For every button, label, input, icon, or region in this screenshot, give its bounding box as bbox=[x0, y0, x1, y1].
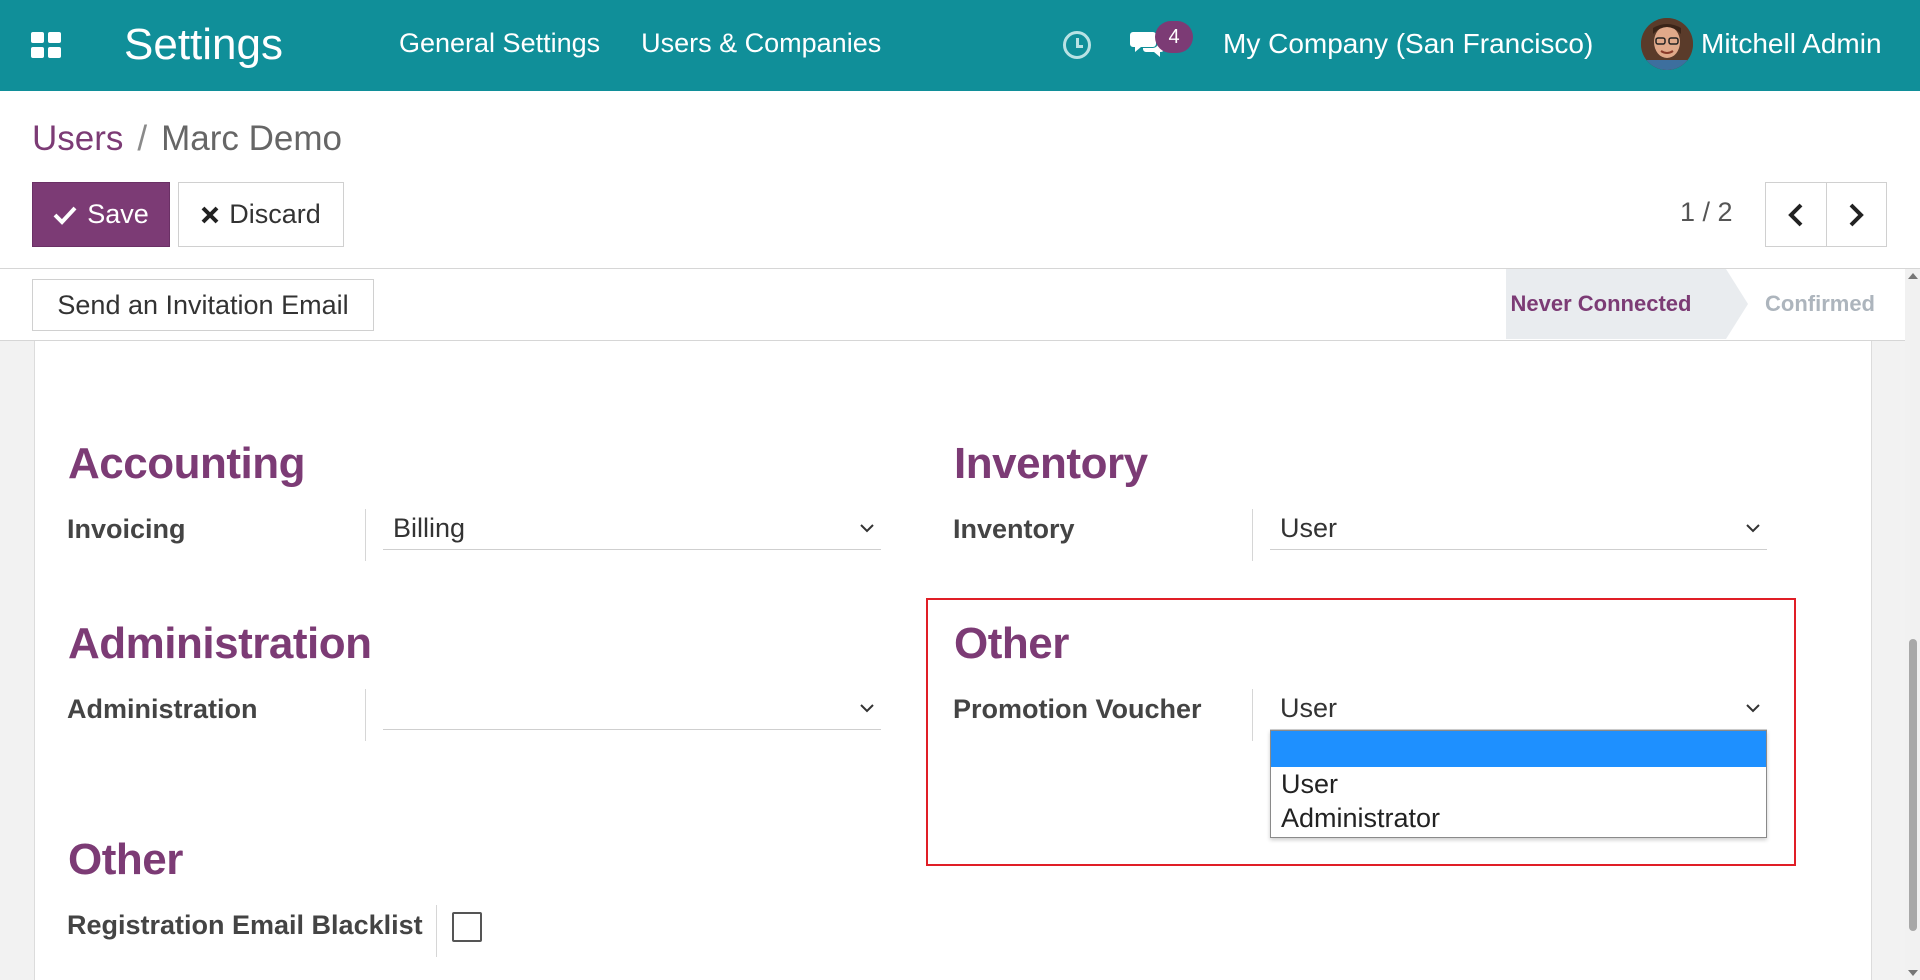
menu-users-companies[interactable]: Users & Companies bbox=[641, 28, 881, 59]
company-switcher[interactable]: My Company (San Francisco) bbox=[1223, 28, 1593, 60]
field-separator bbox=[365, 689, 366, 741]
user-menu[interactable]: Mitchell Admin bbox=[1701, 28, 1882, 60]
close-icon bbox=[201, 206, 219, 223]
main-menu: General Settings Users & Companies bbox=[399, 28, 881, 59]
save-button-label: Save bbox=[87, 199, 149, 229]
chevron-left-icon bbox=[1787, 203, 1803, 226]
chevron-down-icon bbox=[860, 704, 874, 713]
section-title-accounting: Accounting bbox=[68, 439, 305, 488]
chevron-down-icon bbox=[1746, 524, 1760, 533]
section-title-other-right: Other bbox=[954, 619, 1069, 668]
user-avatar[interactable] bbox=[1641, 18, 1693, 70]
chevron-down-icon bbox=[1746, 704, 1760, 713]
send-invitation-email-button[interactable]: Send an Invitation Email bbox=[32, 279, 374, 331]
breadcrumb-current: Marc Demo bbox=[161, 119, 343, 158]
registration-email-blacklist-checkbox[interactable] bbox=[452, 912, 482, 942]
apps-grid-icon[interactable] bbox=[31, 32, 61, 58]
status-bar: Send an Invitation Email Never Connected… bbox=[0, 269, 1905, 341]
breadcrumb-users-link[interactable]: Users bbox=[32, 119, 123, 158]
app-title: Settings bbox=[124, 20, 283, 69]
inventory-select[interactable]: User bbox=[1270, 508, 1767, 550]
section-title-inventory: Inventory bbox=[954, 439, 1148, 488]
chat-count-badge: 4 bbox=[1155, 21, 1193, 53]
promotion-voucher-select[interactable]: User bbox=[1270, 688, 1767, 730]
field-separator bbox=[1252, 509, 1253, 561]
field-label-administration: Administration bbox=[67, 694, 258, 724]
chevron-right-icon bbox=[1849, 203, 1865, 226]
activity-clock-icon[interactable] bbox=[1063, 31, 1091, 59]
option-empty[interactable] bbox=[1271, 731, 1766, 767]
field-label-inventory: Inventory bbox=[953, 514, 1075, 544]
save-button[interactable]: Save bbox=[32, 182, 170, 247]
stage-never-connected[interactable]: Never Connected bbox=[1506, 269, 1748, 339]
administration-select[interactable] bbox=[383, 688, 881, 730]
field-separator bbox=[365, 509, 366, 561]
page-scrollbar[interactable] bbox=[1905, 269, 1920, 980]
section-title-other-left: Other bbox=[68, 835, 183, 884]
breadcrumb-separator: / bbox=[137, 119, 148, 158]
invoicing-select[interactable]: Billing bbox=[383, 508, 881, 550]
invoicing-select-value: Billing bbox=[393, 513, 466, 543]
scroll-down-arrow-icon[interactable] bbox=[1908, 970, 1918, 976]
pager-value[interactable]: 1 / 2 bbox=[1680, 197, 1733, 228]
top-navbar: Settings General Settings Users & Compan… bbox=[0, 0, 1920, 91]
inventory-select-value: User bbox=[1280, 513, 1338, 543]
pager-next-button[interactable] bbox=[1825, 183, 1887, 246]
control-panel: Users / Marc Demo Save Discard 1 / 2 bbox=[0, 91, 1920, 269]
menu-general-settings[interactable]: General Settings bbox=[399, 28, 600, 59]
promotion-voucher-select-value: User bbox=[1280, 693, 1338, 723]
breadcrumb: Users / Marc Demo bbox=[32, 117, 342, 161]
field-label-promotion-voucher: Promotion Voucher bbox=[953, 694, 1202, 724]
chevron-down-icon bbox=[860, 524, 874, 533]
pager-buttons bbox=[1765, 182, 1887, 247]
discard-button-label: Discard bbox=[229, 199, 321, 229]
option-user[interactable]: User bbox=[1271, 767, 1766, 801]
section-title-administration: Administration bbox=[68, 619, 372, 668]
scroll-up-arrow-icon[interactable] bbox=[1908, 273, 1918, 279]
field-separator bbox=[436, 905, 437, 957]
field-label-invoicing: Invoicing bbox=[67, 514, 186, 544]
stage-confirmed[interactable]: Confirmed bbox=[1740, 269, 1900, 339]
check-icon bbox=[53, 206, 77, 225]
field-separator bbox=[1252, 689, 1253, 741]
pager-previous-button[interactable] bbox=[1766, 183, 1826, 246]
scrollbar-thumb[interactable] bbox=[1909, 639, 1917, 931]
field-label-registration-email-blacklist: Registration Email Blacklist bbox=[67, 910, 423, 940]
promotion-voucher-options: User Administrator bbox=[1270, 730, 1767, 838]
option-administrator[interactable]: Administrator bbox=[1271, 801, 1766, 835]
discard-button[interactable]: Discard bbox=[178, 182, 344, 247]
